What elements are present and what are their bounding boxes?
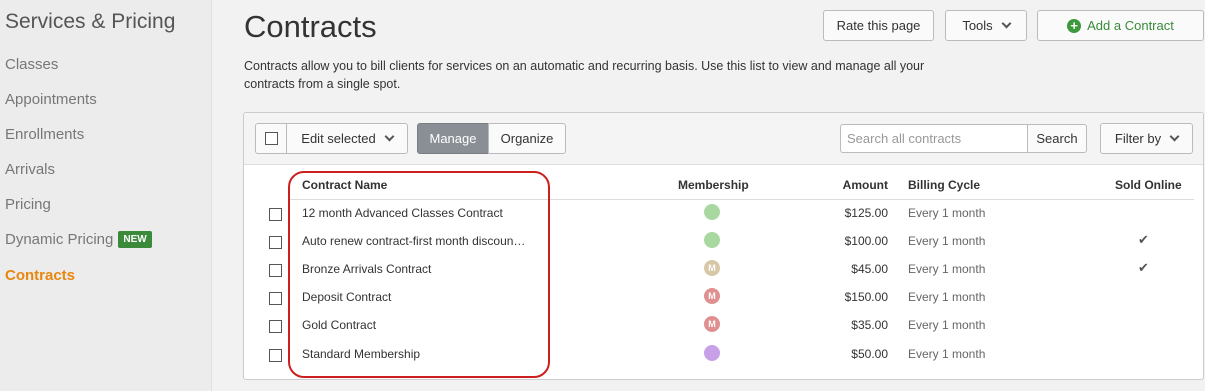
contract-amount: $45.00 xyxy=(851,262,888,276)
membership-dot: M xyxy=(704,288,720,304)
check-icon: ✔ xyxy=(1138,232,1149,247)
column-header-amount[interactable]: Amount xyxy=(843,178,888,192)
row-checkbox[interactable] xyxy=(269,349,282,362)
column-header-billing-cycle[interactable]: Billing Cycle xyxy=(908,178,980,192)
billing-cycle: Every 1 month xyxy=(908,318,986,332)
membership-dot: M xyxy=(704,260,720,276)
search-input[interactable] xyxy=(840,124,1028,153)
billing-cycle: Every 1 month xyxy=(908,290,986,304)
contract-name-link[interactable]: Auto renew contract-first month discoun… xyxy=(302,234,525,248)
row-checkbox[interactable] xyxy=(269,292,282,305)
page-title: Contracts xyxy=(244,9,377,44)
chevron-down-icon xyxy=(1169,131,1180,142)
row-checkbox[interactable] xyxy=(269,264,282,277)
search-label: Search xyxy=(1036,131,1078,146)
contract-amount: $150.00 xyxy=(844,290,888,304)
membership-dot xyxy=(704,204,720,220)
check-icon: ✔ xyxy=(1138,260,1149,275)
contract-amount: $100.00 xyxy=(844,234,888,248)
sidebar-item-dynamic-pricing[interactable]: Dynamic Pricing NEW xyxy=(5,231,152,248)
sidebar-item-appointments[interactable]: Appointments xyxy=(5,91,97,108)
billing-cycle: Every 1 month xyxy=(908,206,986,220)
search-button[interactable]: Search xyxy=(1027,124,1087,153)
add-contract-button[interactable]: + Add a Contract xyxy=(1037,10,1204,41)
edit-selected-label: Edit selected xyxy=(301,131,376,146)
row-checkbox[interactable] xyxy=(269,236,282,249)
filter-by-label: Filter by xyxy=(1114,131,1162,146)
sidebar: Services & Pricing Classes Appointments … xyxy=(0,0,212,391)
column-header-membership[interactable]: Membership xyxy=(678,178,749,192)
contract-amount: $35.00 xyxy=(851,318,888,332)
contract-name-link[interactable]: Bronze Arrivals Contract xyxy=(302,262,431,276)
add-contract-label: Add a Contract xyxy=(1087,18,1174,33)
rate-page-button[interactable]: Rate this page xyxy=(823,10,934,41)
contract-amount: $125.00 xyxy=(844,206,888,220)
edit-selected-dropdown[interactable]: Edit selected xyxy=(286,123,408,154)
plus-circle-icon: + xyxy=(1067,18,1082,33)
table-row[interactable]: Standard Membership $50.00 Every 1 month xyxy=(244,341,1203,369)
rate-page-label: Rate this page xyxy=(836,18,921,33)
sidebar-item-arrivals[interactable]: Arrivals xyxy=(5,161,55,178)
sidebar-item-classes[interactable]: Classes xyxy=(5,56,58,73)
select-all-checkbox[interactable] xyxy=(255,123,287,154)
billing-cycle: Every 1 month xyxy=(908,347,986,361)
contract-name-link[interactable]: 12 month Advanced Classes Contract xyxy=(302,206,503,220)
row-checkbox[interactable] xyxy=(269,320,282,333)
table-row[interactable]: Gold Contract M $35.00 Every 1 month xyxy=(244,312,1203,340)
toolbar: Edit selected Manage Organize Search Fil… xyxy=(244,113,1203,165)
table-row[interactable]: Bronze Arrivals Contract M $45.00 Every … xyxy=(244,256,1203,284)
sidebar-item-contracts[interactable]: Contracts xyxy=(5,267,75,284)
chevron-down-icon xyxy=(1001,18,1012,29)
page-description: Contracts allow you to bill clients for … xyxy=(244,59,925,91)
table-row[interactable]: 12 month Advanced Classes Contract $125.… xyxy=(244,200,1203,228)
sidebar-item-enrollments[interactable]: Enrollments xyxy=(5,126,84,143)
tab-manage[interactable]: Manage xyxy=(417,123,489,154)
column-header-sold-online[interactable]: Sold Online xyxy=(1115,178,1182,192)
tab-manage-label: Manage xyxy=(429,131,477,146)
table-row[interactable]: Auto renew contract-first month discoun…… xyxy=(244,228,1203,256)
checkbox-icon xyxy=(264,132,278,145)
tab-organize[interactable]: Organize xyxy=(488,123,566,154)
tools-dropdown-button[interactable]: Tools xyxy=(945,10,1027,41)
tab-organize-label: Organize xyxy=(500,131,554,146)
column-header-contract-name[interactable]: Contract Name xyxy=(302,178,387,192)
new-badge: NEW xyxy=(118,231,152,248)
table-row[interactable]: Deposit Contract M $150.00 Every 1 month xyxy=(244,284,1203,312)
contract-name-link[interactable]: Gold Contract xyxy=(302,318,376,332)
filter-by-dropdown[interactable]: Filter by xyxy=(1100,123,1193,154)
sidebar-item-label: Dynamic Pricing xyxy=(5,231,114,248)
tools-label: Tools xyxy=(962,18,993,33)
chevron-down-icon xyxy=(384,131,395,142)
contract-name-link[interactable]: Deposit Contract xyxy=(302,290,391,304)
contract-amount: $50.00 xyxy=(851,347,888,361)
contract-name-link[interactable]: Standard Membership xyxy=(302,347,420,361)
membership-dot: M xyxy=(704,316,720,332)
contracts-panel: Edit selected Manage Organize Search Fil… xyxy=(243,112,1204,380)
membership-dot xyxy=(704,232,720,248)
sidebar-item-pricing[interactable]: Pricing xyxy=(5,196,51,213)
sidebar-title: Services & Pricing xyxy=(5,10,176,33)
billing-cycle: Every 1 month xyxy=(908,234,986,248)
billing-cycle: Every 1 month xyxy=(908,262,986,276)
row-checkbox[interactable] xyxy=(269,208,282,221)
membership-dot xyxy=(704,345,720,361)
